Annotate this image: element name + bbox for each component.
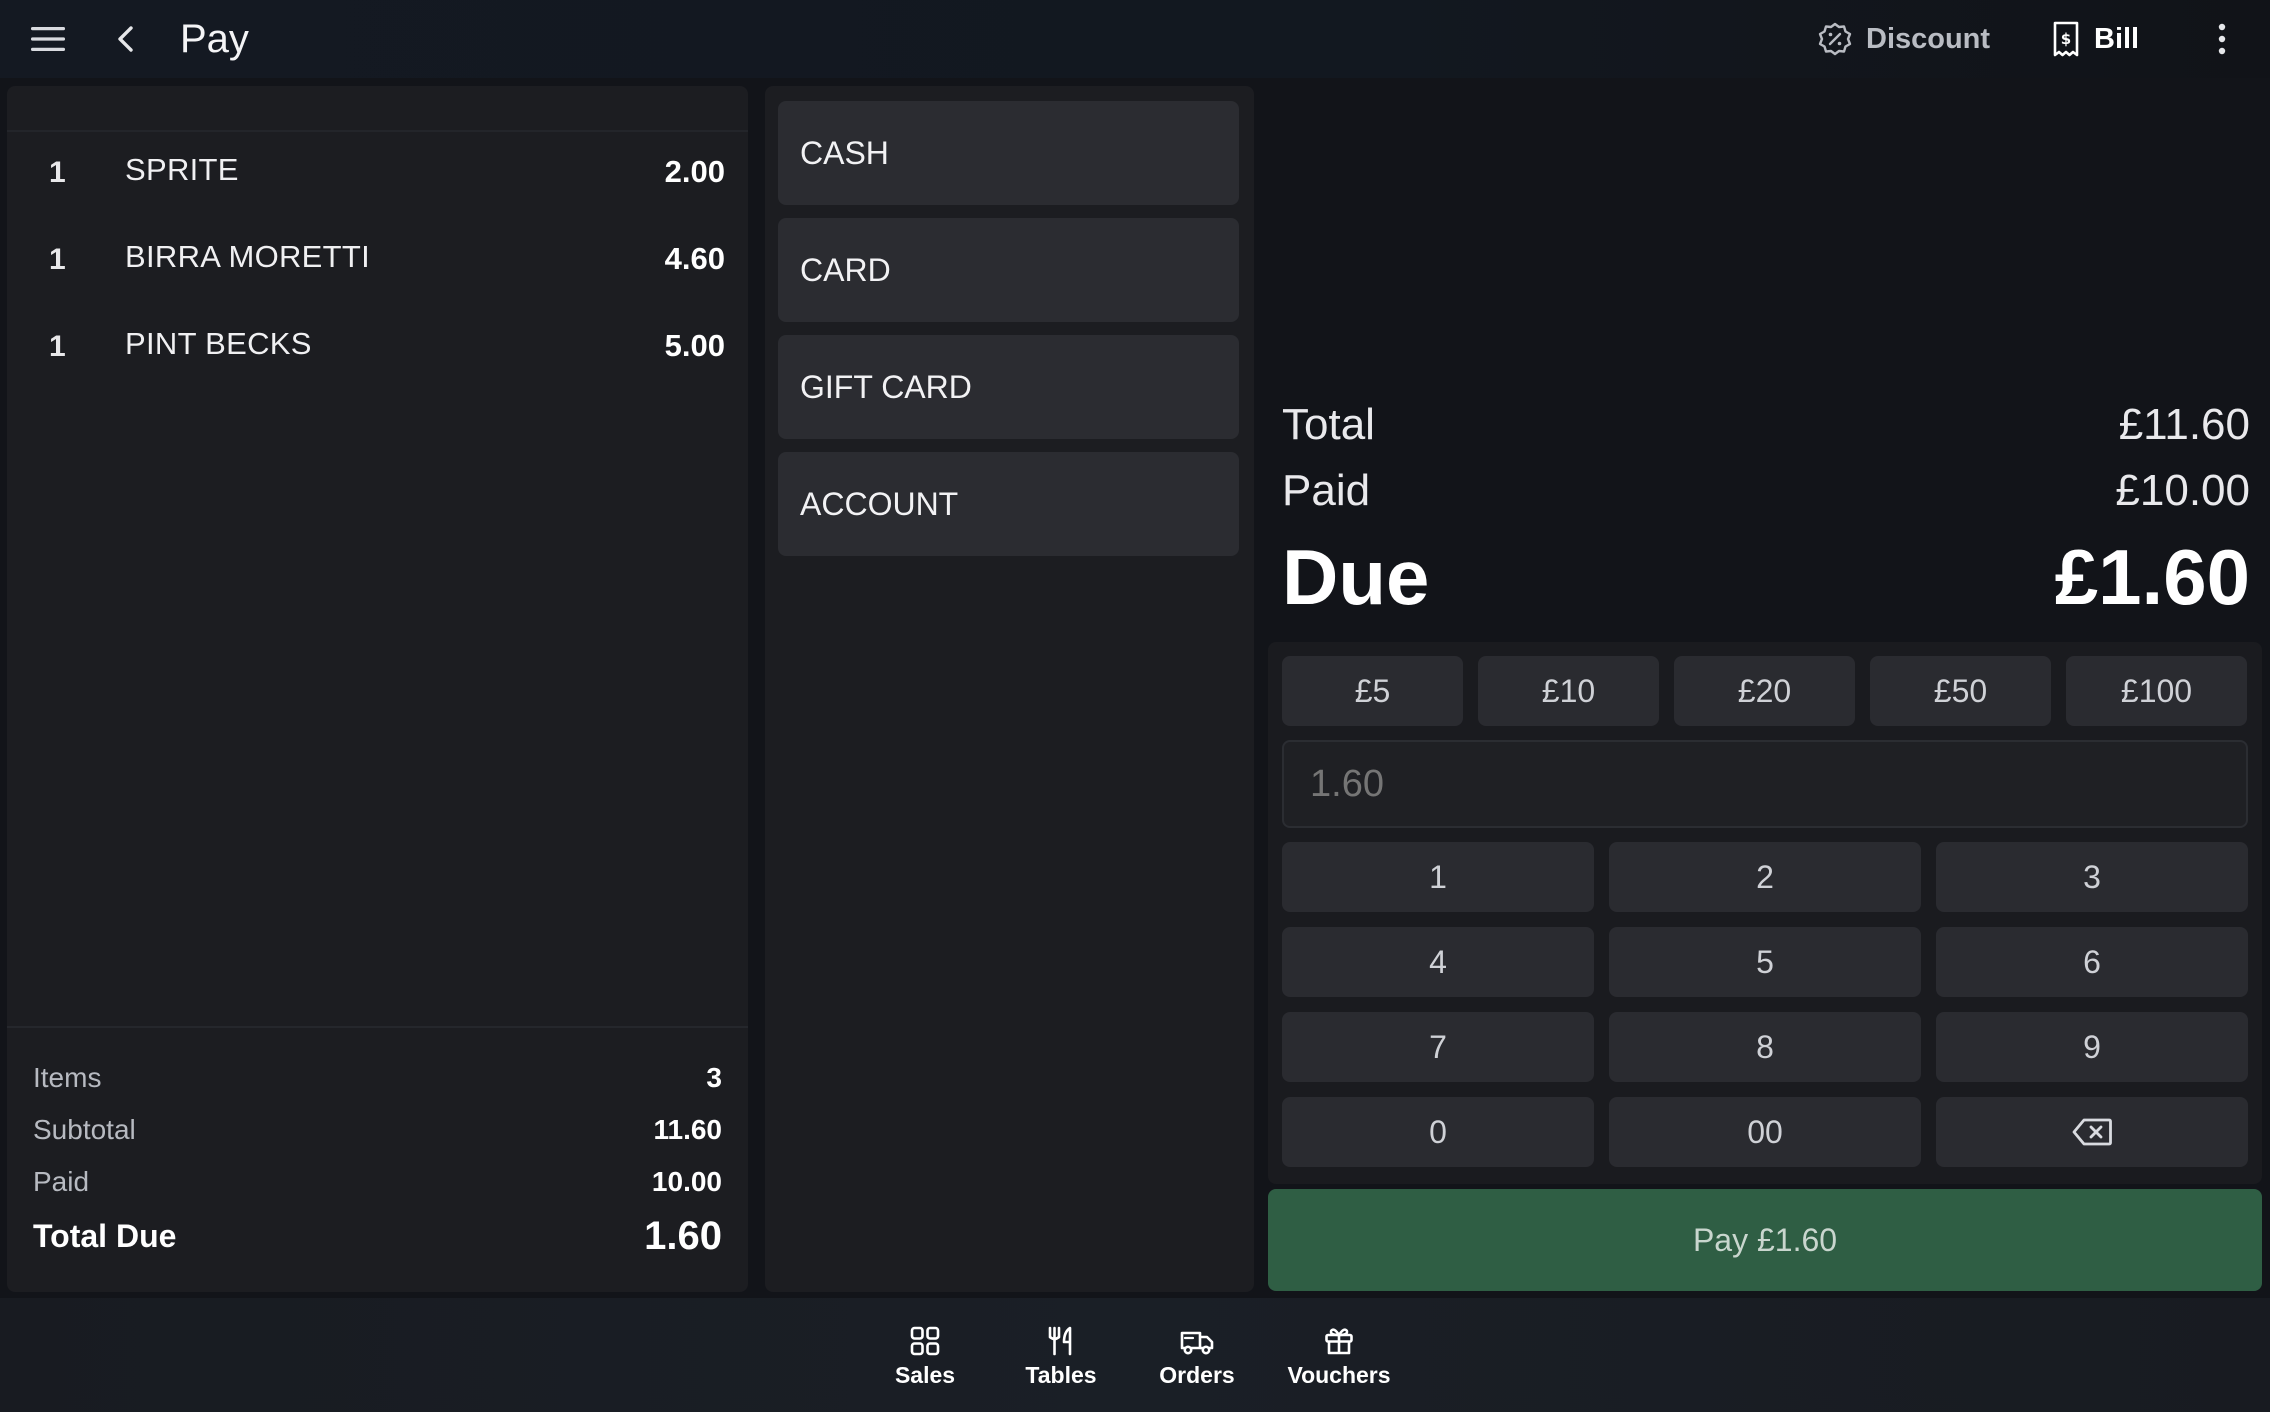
paid-value: £10.00 (2115, 466, 2250, 515)
paid-label: Paid (1282, 466, 1371, 515)
key-5[interactable]: 5 (1609, 927, 1921, 997)
summary-subtotal-row: Subtotal 11.60 (33, 1114, 722, 1146)
nav-tables[interactable]: Tables (991, 1326, 1131, 1396)
top-app-bar: Pay Discount $ Bill (0, 0, 2270, 78)
payment-methods-panel: CASH CARD GIFT CARD ACCOUNT (765, 86, 1254, 1292)
nav-orders-label: Orders (1159, 1362, 1235, 1388)
paid-row: Paid £10.00 (1282, 466, 2250, 516)
more-vertical-icon (2218, 23, 2226, 55)
nav-tables-label: Tables (1025, 1362, 1097, 1388)
bill-button[interactable]: $ Bill (2052, 14, 2139, 64)
key-9[interactable]: 9 (1936, 1012, 2248, 1082)
due-value: £1.60 (2054, 533, 2250, 621)
card-button[interactable]: CARD (778, 218, 1239, 322)
order-item-qty: 1 (49, 330, 66, 363)
bottom-navigation: Sales Tables Orders Vouchers (0, 1298, 2270, 1412)
grid-icon (910, 1326, 940, 1356)
nav-orders[interactable]: Orders (1127, 1326, 1267, 1396)
nav-sales-label: Sales (894, 1362, 956, 1388)
order-item[interactable]: 1 SPRITE 2.00 (7, 132, 748, 219)
key-2[interactable]: 2 (1609, 842, 1921, 912)
key-6[interactable]: 6 (1936, 927, 2248, 997)
page-title: Pay (180, 17, 249, 61)
order-item-price: 2.00 (664, 154, 725, 189)
quick-amount-10-button[interactable]: £10 (1478, 656, 1659, 726)
due-label: Due (1282, 533, 1430, 621)
back-button[interactable] (100, 14, 150, 64)
order-item-qty: 1 (49, 243, 66, 276)
quick-amount-20-button[interactable]: £20 (1674, 656, 1855, 726)
delivery-truck-icon (1180, 1331, 1214, 1355)
key-4[interactable]: 4 (1282, 927, 1594, 997)
fork-knife-icon (1048, 1326, 1072, 1356)
total-row: Total £11.60 (1282, 400, 2250, 450)
bill-label: Bill (2094, 22, 2140, 55)
order-summary: Items 3 Subtotal 11.60 Paid 10.00 Total … (7, 1026, 748, 1292)
cash-button[interactable]: CASH (778, 101, 1239, 205)
quick-amount-100-button[interactable]: £100 (2066, 656, 2247, 726)
svg-text:$: $ (2061, 30, 2071, 48)
nav-vouchers-label: Vouchers (1287, 1362, 1391, 1388)
amount-input[interactable] (1282, 740, 2248, 828)
key-0[interactable]: 0 (1282, 1097, 1594, 1167)
order-item-name: PINT BECKS (125, 326, 312, 361)
nav-sales[interactable]: Sales (855, 1326, 995, 1396)
account-button[interactable]: ACCOUNT (778, 452, 1239, 556)
key-8[interactable]: 8 (1609, 1012, 1921, 1082)
summary-total-due-label: Total Due (33, 1218, 177, 1254)
due-row: Due £1.60 (1282, 532, 2250, 623)
backspace-icon (2072, 1118, 2112, 1146)
chevron-left-icon (118, 26, 133, 52)
more-options-button[interactable] (2200, 14, 2244, 64)
quick-amount-50-button[interactable]: £50 (1870, 656, 2051, 726)
summary-items-label: Items (33, 1062, 102, 1093)
summary-paid-label: Paid (33, 1166, 90, 1197)
menu-button[interactable] (22, 14, 74, 64)
summary-items-value: 3 (706, 1062, 722, 1093)
summary-total-due-row: Total Due 1.60 (33, 1214, 722, 1259)
hamburger-icon (31, 27, 65, 51)
summary-total-due-value: 1.60 (644, 1214, 722, 1258)
summary-subtotal-value: 11.60 (653, 1114, 722, 1145)
receipt-icon: $ (2053, 21, 2079, 57)
quick-amount-5-button[interactable]: £5 (1282, 656, 1463, 726)
summary-subtotal-label: Subtotal (33, 1114, 136, 1145)
order-item-name: BIRRA MORETTI (125, 239, 371, 274)
total-value: £11.60 (2118, 400, 2250, 449)
order-panel: 1 SPRITE 2.00 1 BIRRA MORETTI 4.60 1 PIN… (7, 86, 748, 1292)
discount-label: Discount (1866, 22, 1991, 55)
order-item[interactable]: 1 PINT BECKS 5.00 (7, 306, 748, 393)
discount-badge-icon (1818, 22, 1852, 56)
key-00[interactable]: 00 (1609, 1097, 1921, 1167)
summary-paid-row: Paid 10.00 (33, 1166, 722, 1198)
order-item[interactable]: 1 BIRRA MORETTI 4.60 (7, 219, 748, 306)
order-item-price: 4.60 (664, 241, 725, 276)
nav-vouchers[interactable]: Vouchers (1269, 1326, 1409, 1396)
key-1[interactable]: 1 (1282, 842, 1594, 912)
order-item-price: 5.00 (664, 328, 725, 363)
key-3[interactable]: 3 (1936, 842, 2248, 912)
pay-button[interactable]: Pay £1.60 (1268, 1189, 2262, 1291)
gift-icon (1325, 1328, 1353, 1355)
keypad-panel: £5 £10 £20 £50 £100 1 2 3 4 5 6 7 8 9 0 … (1268, 642, 2262, 1184)
order-item-qty: 1 (49, 156, 66, 189)
summary-items-row: Items 3 (33, 1062, 722, 1094)
gift-card-button[interactable]: GIFT CARD (778, 335, 1239, 439)
summary-paid-value: 10.00 (651, 1166, 722, 1197)
backspace-button[interactable] (1936, 1097, 2248, 1167)
total-label: Total (1282, 400, 1375, 449)
order-item-name: SPRITE (125, 152, 239, 187)
discount-button[interactable]: Discount (1818, 14, 1990, 64)
order-list-header (7, 86, 748, 132)
key-7[interactable]: 7 (1282, 1012, 1594, 1082)
